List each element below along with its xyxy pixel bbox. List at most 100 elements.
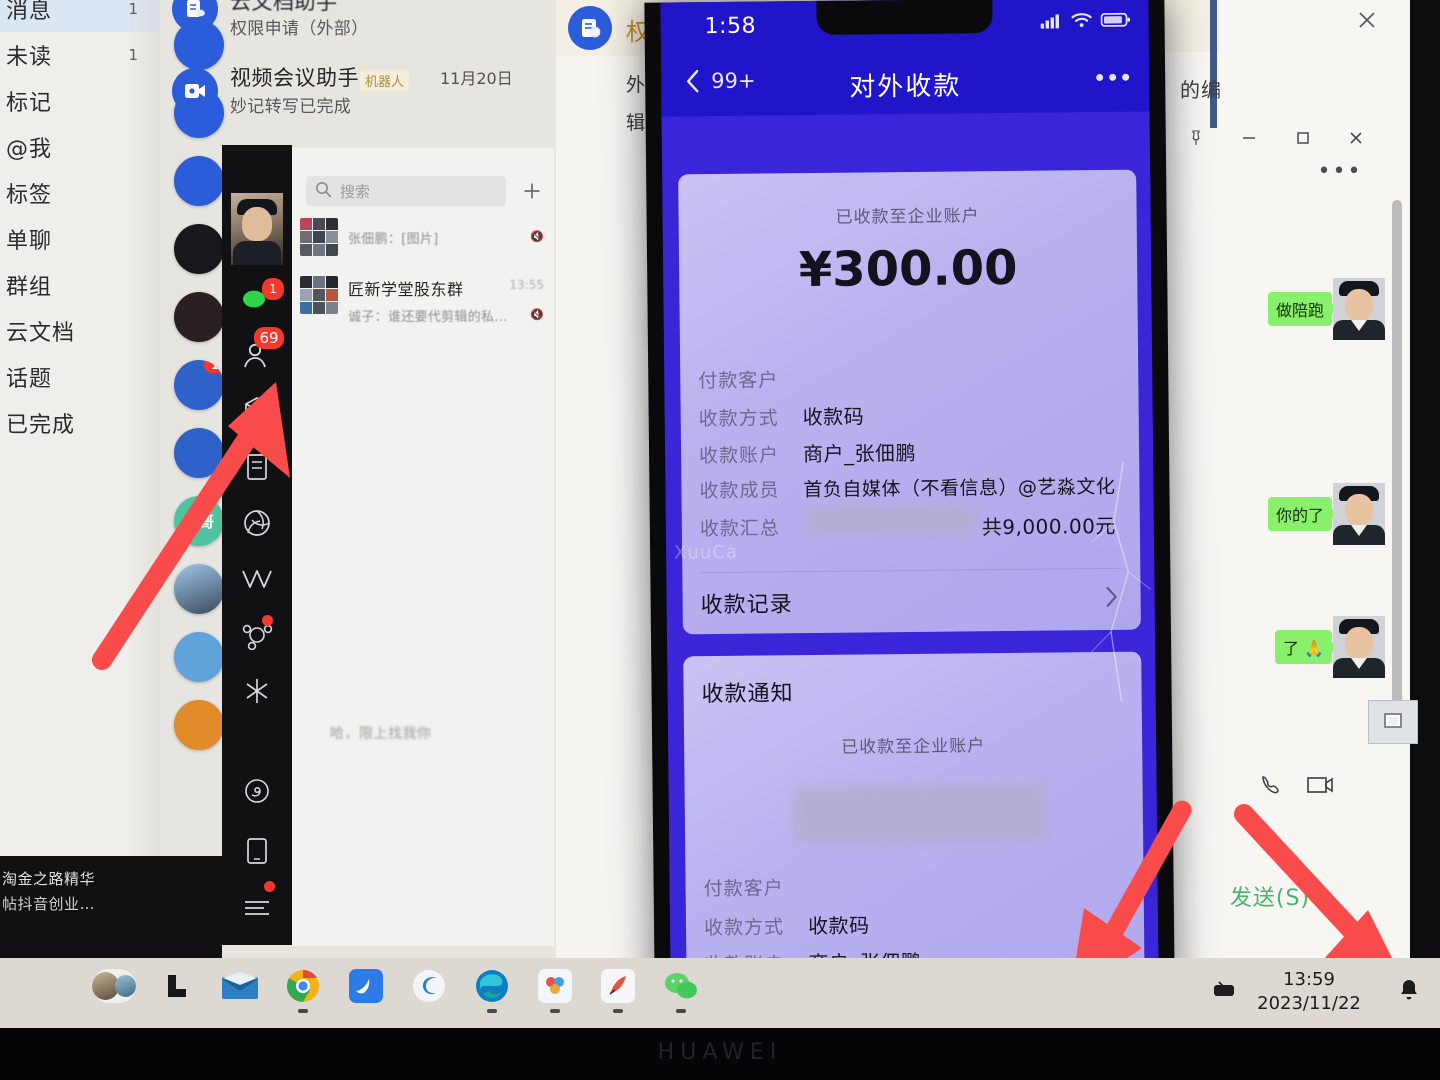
sidebar-item-label: 未读 (6, 45, 53, 70)
sidebar-item-6[interactable]: 群组 (0, 262, 160, 308)
sidebar-item-7[interactable]: 云文档 (0, 308, 160, 354)
new-chat-button[interactable] (518, 176, 546, 206)
row-value: 共9,000.00元 (981, 513, 1116, 540)
spiral-icon[interactable] (222, 765, 292, 817)
taskbar: 13:59 2023/11/22 (0, 958, 1440, 1028)
more-options-button[interactable]: ••• (1318, 158, 1362, 184)
screen-share-button[interactable] (1368, 700, 1418, 744)
list-item[interactable]: 张佃鹏：[图片] 🔇 (292, 214, 554, 262)
list-item-time: 13:55 (509, 278, 544, 292)
pin-icon[interactable] (1176, 121, 1216, 155)
sidebar-item-label: 标签 (6, 183, 53, 208)
scrollbar[interactable] (1392, 200, 1402, 708)
lenovo-icon[interactable] (155, 964, 199, 1008)
brand-label: HUAWEI (657, 1040, 783, 1065)
cube-icon[interactable] (222, 385, 292, 437)
message-bubble[interactable]: 了 🙏 (1274, 630, 1339, 664)
design-icon[interactable] (596, 964, 640, 1013)
start-photo-icon[interactable] (92, 964, 136, 1008)
notification-bell-icon[interactable] (1398, 978, 1420, 1006)
row-key: 收款账户 (698, 444, 780, 468)
video-call-icon[interactable] (1306, 774, 1336, 800)
footer-line1: 淘金之路精华 (2, 870, 96, 888)
zhangge-avatar[interactable]: 张哥 (174, 496, 224, 546)
monitor-edge (1410, 0, 1440, 958)
row-key: 收款汇总 (699, 517, 781, 541)
close-icon[interactable] (1336, 121, 1376, 155)
avatar-rail: 1 张哥 (170, 0, 230, 870)
row-value: 收款码 (802, 404, 865, 430)
minimize-icon[interactable] (1229, 121, 1269, 155)
tablet-icon[interactable] (222, 825, 292, 877)
row-key: 收款成员 (699, 479, 780, 503)
close-icon[interactable] (1345, 0, 1389, 40)
more-options-icon[interactable] (1096, 73, 1130, 82)
chrome-icon[interactable] (281, 964, 325, 1013)
chat-icon[interactable]: 1 (222, 273, 292, 325)
orange-app-avatar[interactable] (174, 700, 224, 750)
contact-add-avatar[interactable] (174, 156, 224, 206)
payer-label: 付款客户 (703, 877, 784, 901)
group-blue-avatar[interactable]: 1 (174, 360, 224, 410)
shield-avatar[interactable] (174, 632, 224, 682)
list-item-preview: 张佃鹏：[图片] (348, 232, 439, 247)
feishu-icon[interactable] (344, 964, 388, 1008)
payment-records-button[interactable]: 收款记录 (682, 570, 1141, 633)
sidebar-item-label: 群组 (6, 275, 53, 300)
list-item[interactable]: 匠新学堂股东群 诚子：谁还要代剪辑的私… 13:55 🔇 (292, 270, 554, 338)
sidebar-item-label: @我 (6, 137, 53, 162)
phone-call-icon[interactable] (1258, 772, 1284, 802)
list-item-name: 匠新学堂股东群 (348, 280, 464, 299)
row-value: 首负自媒体（不看信息）@艺淼文化 (803, 475, 1116, 502)
mail-icon[interactable] (218, 964, 262, 1008)
sidebar-item-1[interactable]: 未读 1 (0, 32, 160, 78)
send-button[interactable]: 发送(S) (1230, 880, 1310, 912)
maximize-icon[interactable] (1283, 121, 1323, 155)
sidebar-item-5[interactable]: 单聊 (0, 216, 160, 262)
edge-icon[interactable] (470, 964, 514, 1013)
search-input[interactable]: 搜索 (306, 176, 506, 206)
list-item[interactable]: 云文档助手 权限申请（外部） (160, 0, 580, 44)
message-bubble[interactable]: 你的了 (1267, 497, 1339, 531)
contacts-icon[interactable]: 69 (222, 327, 292, 381)
phone-notch (816, 0, 993, 35)
menu-icon[interactable] (222, 881, 292, 933)
sidebar-item-9[interactable]: 已完成 (0, 400, 160, 446)
sidebar-item-8[interactable]: 话题 (0, 354, 160, 400)
message-bubble[interactable]: 做陪跑 (1267, 292, 1339, 326)
list-bottom-preview: 哈，限上找我你 (330, 726, 432, 742)
docs-icon[interactable] (222, 441, 292, 493)
menu-badge (264, 881, 275, 892)
sidebar-item-label: 消息 (6, 0, 53, 24)
aperture-icon[interactable] (222, 497, 292, 549)
left-filter-nav: 消息 1 未读 1 标记 @我标签单聊群组云文档 话题 已完成 (0, 0, 160, 858)
clock[interactable]: 13:59 2023/11/22 (1230, 966, 1420, 1018)
list-item[interactable]: 视频会议助手 机器人 11月20日 妙记转写已完成 (160, 62, 660, 122)
person-photo-avatar[interactable] (174, 292, 224, 342)
sidebar-item-0[interactable]: 消息 1 (0, 0, 160, 32)
list-item-preview: 权限申请（外部） (230, 19, 369, 39)
butterfly-icon[interactable] (222, 553, 292, 605)
group-blue2-avatar[interactable] (174, 428, 224, 478)
sidebar-item-4[interactable]: 标签 (0, 170, 160, 216)
molecule-badge (262, 615, 273, 626)
sogou-icon[interactable] (407, 964, 451, 1008)
clock-date: 2023/11/22 (1257, 993, 1361, 1014)
detail-row: 收款成员 首负自媒体（不看信息）@艺淼文化 (699, 472, 1115, 503)
phone-nav-bar: 99+ 对外收款 (661, 49, 1150, 116)
sidebar-item-3[interactable]: @我 (0, 124, 160, 170)
self-video-thumbnail[interactable] (231, 193, 283, 265)
group-avatar (300, 218, 338, 256)
wechat-icon[interactable] (659, 964, 703, 1013)
window-divider (1210, 0, 1217, 128)
landscape-avatar[interactable] (174, 564, 224, 614)
group-avatar (300, 276, 338, 314)
phone-screen: 1:58 99+ 对外收款 已收款至企业账户 ¥300.00 付款客户 收款方式… (660, 0, 1160, 1069)
mute-icon: 🔇 (530, 230, 544, 243)
phone-page-title: 对外收款 (849, 71, 962, 103)
sidebar-item-2[interactable]: 标记 (0, 78, 160, 124)
molecule-icon[interactable] (222, 609, 292, 661)
star-icon[interactable] (222, 665, 292, 717)
wps-icon[interactable] (533, 964, 577, 1013)
person-dark-avatar[interactable] (174, 224, 224, 274)
